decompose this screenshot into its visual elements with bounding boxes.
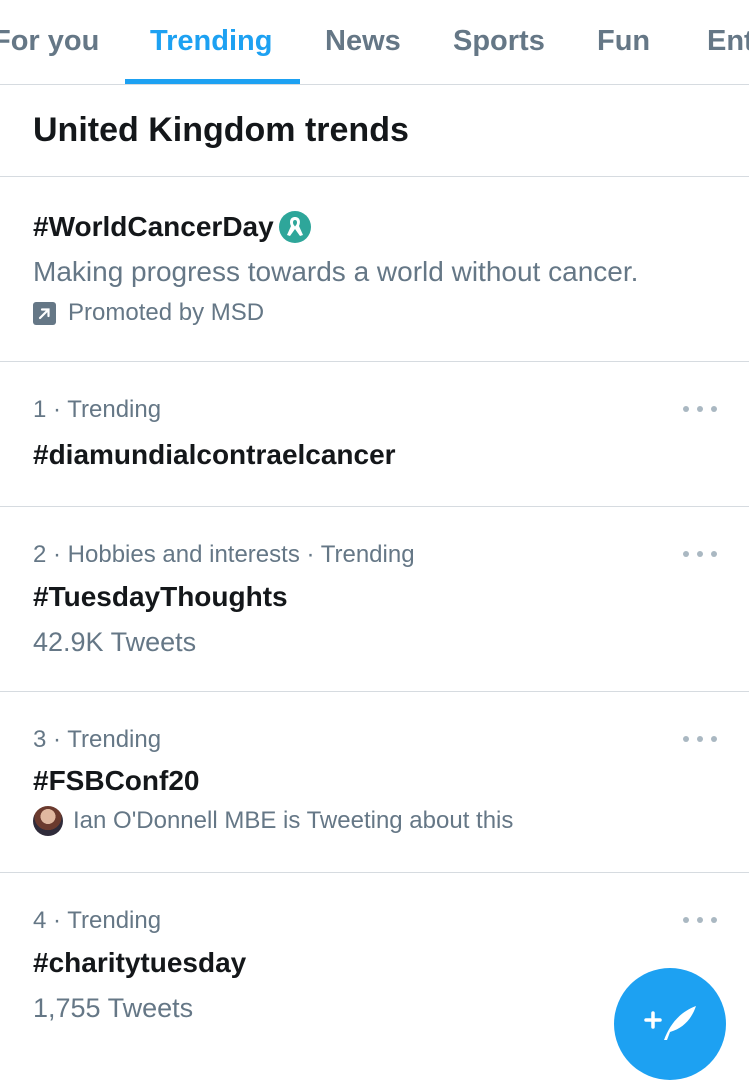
tab-fun[interactable]: Fun (597, 24, 650, 58)
promoted-hashtag-row: #WorldCancerDay (33, 208, 312, 246)
tab-trending[interactable]: Trending (150, 24, 272, 58)
more-options-icon[interactable] (683, 733, 717, 745)
divider (0, 506, 749, 507)
compose-tweet-button[interactable] (614, 968, 726, 1080)
trend-name[interactable]: #charitytuesday (33, 945, 246, 981)
compose-tweet-icon (644, 1006, 696, 1040)
trend-meta: 4 · Trending (33, 907, 162, 934)
tab-for-you[interactable]: For you (0, 24, 99, 58)
ribbon-badge-icon (278, 211, 311, 243)
tweet-count: 42.9K Tweets (33, 627, 197, 657)
divider (0, 872, 749, 873)
more-options-icon[interactable] (683, 548, 717, 560)
trend-name[interactable]: #FSBConf20 (33, 763, 199, 799)
more-options-icon[interactable] (683, 914, 717, 926)
tab-news[interactable]: News (325, 24, 401, 58)
trend-context: Ian O'Donnell MBE is Tweeting about this (73, 807, 514, 834)
divider (0, 361, 749, 362)
promoted-by-row: Promoted by MSD (33, 298, 264, 328)
tweet-count: 1,755 Tweets (33, 993, 194, 1023)
avatar (33, 806, 63, 836)
more-options-icon[interactable] (683, 403, 717, 415)
trend-meta: 2 · Hobbies and interests · Trending (33, 541, 415, 568)
tab-sports[interactable]: Sports (453, 24, 545, 58)
trend-meta: 3 · Trending (33, 726, 162, 753)
explore-tab-bar: For you Trending News Sports Fun Ent (0, 0, 749, 85)
active-tab-indicator (125, 79, 300, 84)
divider (0, 176, 749, 177)
tab-entertainment[interactable]: Ent (707, 24, 749, 58)
trend-name[interactable]: #diamundialcontraelcancer (33, 437, 396, 473)
trend-meta: 1 · Trending (33, 396, 162, 423)
divider (0, 691, 749, 692)
trend-name[interactable]: #TuesdayThoughts (33, 579, 288, 615)
trend-context-row: Ian O'Donnell MBE is Tweeting about this (33, 806, 513, 836)
page-title: United Kingdom trends (33, 111, 409, 149)
promoted-description: Making progress towards a world without … (33, 256, 639, 287)
promoted-hashtag[interactable]: #WorldCancerDay (33, 209, 274, 245)
promoted-by-label: Promoted by MSD (68, 299, 265, 326)
arrow-up-right-icon (33, 301, 56, 325)
